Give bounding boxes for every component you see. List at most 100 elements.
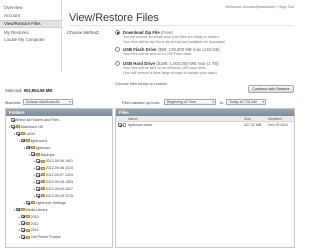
folder-icon (25, 214, 30, 218)
folder-tree-row[interactable]: Select all Folders and Files (8, 117, 59, 123)
folder-label: 2012-09-06 1801 (45, 159, 73, 164)
folder-icon (35, 152, 40, 156)
folder-checkbox[interactable] (36, 173, 40, 177)
sidebar-item-view-restore-files[interactable]: View/Restore Files (0, 20, 62, 28)
sidebar-item-locate-my-computer[interactable]: Locate My Computer (4, 37, 45, 42)
folder-label: 2012-09-07 1429 (45, 173, 73, 178)
download-zip-radio[interactable] (115, 30, 120, 35)
folder-icon (40, 187, 45, 191)
folder-tree-row[interactable]: ▸ 2012-09-07 1429 (33, 172, 73, 178)
folder-checkbox[interactable] (21, 138, 25, 143)
folder-tree-row[interactable]: ▾ lightroom (23, 145, 50, 151)
selected-size-value: 903,854.58 MB (23, 88, 53, 93)
usb-hard-drive-title: USB Hard Drive ($189; 1,000,000 MB max (… (123, 60, 219, 66)
folder-tree-row[interactable]: ▾ lightroom4 (18, 138, 47, 144)
folder-icon (40, 180, 45, 184)
folder-tree-row[interactable]: ▸ 2012-09-09 1817 (33, 186, 73, 192)
folder-label: 2012-09-08 1553 (45, 180, 73, 185)
folder-icon (20, 207, 25, 211)
backed-up-from-select[interactable]: Beginning of Time (164, 99, 216, 105)
folder-checkbox[interactable] (16, 131, 20, 136)
folder-checkbox[interactable] (36, 186, 40, 191)
file-list: lightroom.mcat 427.32 MB Dec 29 2011 (116, 122, 294, 128)
choose-method-label: Choose Method: (67, 30, 100, 35)
folder-icon (40, 159, 45, 163)
folder-tree-row[interactable]: ▸ Cell Phone Photos (18, 234, 60, 240)
folder-icon (40, 194, 45, 198)
sidebar-item-account[interactable]: Account (4, 13, 20, 18)
download-zip-desc-2: Your files will be zip into a zip format… (123, 39, 226, 44)
folder-icon (40, 173, 45, 177)
usb-flash-drive-radio[interactable] (115, 47, 120, 52)
to-date-select[interactable]: Today at 7:01 AM (226, 99, 266, 105)
sidebar-item-overview[interactable]: Overview (4, 5, 22, 10)
folder-label: Lightroom Settings (35, 200, 66, 205)
folder-tree-row[interactable]: ▾ Media Library (13, 207, 47, 213)
machine-label: Machine: (5, 100, 22, 105)
folder-label: Media Library (25, 207, 48, 212)
files-panel-header: Files (116, 109, 294, 116)
file-size: 427.32 MB (244, 123, 262, 127)
folder-checkbox[interactable] (36, 159, 40, 163)
folder-icon (30, 201, 35, 205)
folder-icon (15, 125, 20, 129)
folders-panel-header: Folders (6, 109, 112, 116)
file-checkbox[interactable] (118, 123, 122, 127)
files-panel: Files Name Size Modified lightroom.mcat 4… (115, 108, 295, 248)
title-divider (69, 25, 294, 26)
usb-flash-drive-title: USB Flash Drive ($99; 128,000 MB max (12… (123, 46, 220, 52)
folder-checkbox[interactable] (26, 200, 30, 205)
folder-label: 2011 (30, 221, 39, 226)
folder-checkbox[interactable] (16, 207, 20, 212)
sidebar-item-my-restores[interactable]: My Restores (4, 30, 29, 35)
usb-hard-drive-radio[interactable] (115, 61, 120, 66)
folder-icon (25, 235, 30, 239)
folder-tree-row[interactable]: ▸ 2011 (18, 221, 38, 227)
folder-checkbox[interactable] (36, 166, 40, 170)
folder-checkbox[interactable] (21, 228, 25, 232)
continue-with-restore-button[interactable]: Continue with Restore (248, 85, 294, 93)
folder-icon (25, 228, 30, 232)
folder-label: 2012-09-09 2215 (45, 193, 73, 198)
backed-up-from-label: Files backed up from: (122, 100, 161, 105)
choose-files-label: Choose files below to restore: (115, 81, 168, 86)
file-icon (123, 123, 126, 127)
sidebar: Overview Account View/Restore Files My R… (0, 0, 62, 72)
folder-tree-row[interactable]: ▸ 2012-09-09 2215 (33, 193, 73, 199)
folder-tree-row[interactable]: ▸ 2012-09-08 1553 (33, 179, 73, 185)
folder-icon (25, 221, 30, 225)
folder-checkbox[interactable] (36, 180, 40, 184)
folder-label: 2012 (30, 228, 39, 233)
to-label: to (220, 100, 224, 105)
folder-tree-row[interactable]: ▸ 2012-09-06 2315 (33, 165, 73, 171)
folder-label: lightroom4 (30, 138, 48, 143)
folder-label: lightroom (35, 145, 51, 150)
folder-tree-row[interactable]: ▾ LaCie (13, 131, 35, 137)
folder-tree-row[interactable]: ▸ 2012-09-06 1801 (33, 158, 73, 164)
folder-checkbox[interactable] (26, 145, 30, 150)
file-row[interactable]: lightroom.mcat 427.32 MB Dec 29 2011 (116, 122, 294, 128)
welcome-signout[interactable]: Welcome duncan@mac#web | Sign Out (225, 4, 294, 9)
folder-checkbox[interactable] (11, 117, 15, 122)
machine-select[interactable]: Duncan MacBook Air (23, 99, 73, 105)
usb-hard-drive-desc-2: (You will receive a drive large enough t… (123, 70, 218, 75)
folder-label: Macintosh HD (20, 124, 44, 129)
folder-checkbox[interactable] (36, 193, 40, 198)
folder-checkbox[interactable] (11, 124, 15, 129)
folders-panel: Folders Select all Folders and Files ▾ Mac… (5, 108, 113, 248)
folder-tree-row[interactable]: ▸ Lightroom Settings (23, 200, 66, 206)
usb-flash-drive-desc: Your files will be sent on a USB Flash d… (123, 52, 193, 56)
folder-tree-row[interactable]: ▾ Macintosh HD (8, 124, 43, 130)
folder-checkbox[interactable] (31, 152, 35, 157)
folder-checkbox[interactable] (21, 235, 25, 239)
folder-tree-row[interactable]: ▸ 2012 (18, 227, 39, 233)
download-zip-title: Download Zip File (Free) (123, 29, 173, 35)
folder-icon (40, 166, 45, 170)
folder-icon (20, 132, 25, 136)
folder-checkbox[interactable] (21, 214, 25, 219)
folder-icon (25, 138, 30, 142)
folder-tree-row[interactable]: ▸ 2010 (18, 214, 39, 220)
folder-checkbox[interactable] (21, 221, 25, 226)
folder-tree-row[interactable]: ▾ Backups (28, 152, 54, 158)
folder-icon (30, 145, 35, 149)
